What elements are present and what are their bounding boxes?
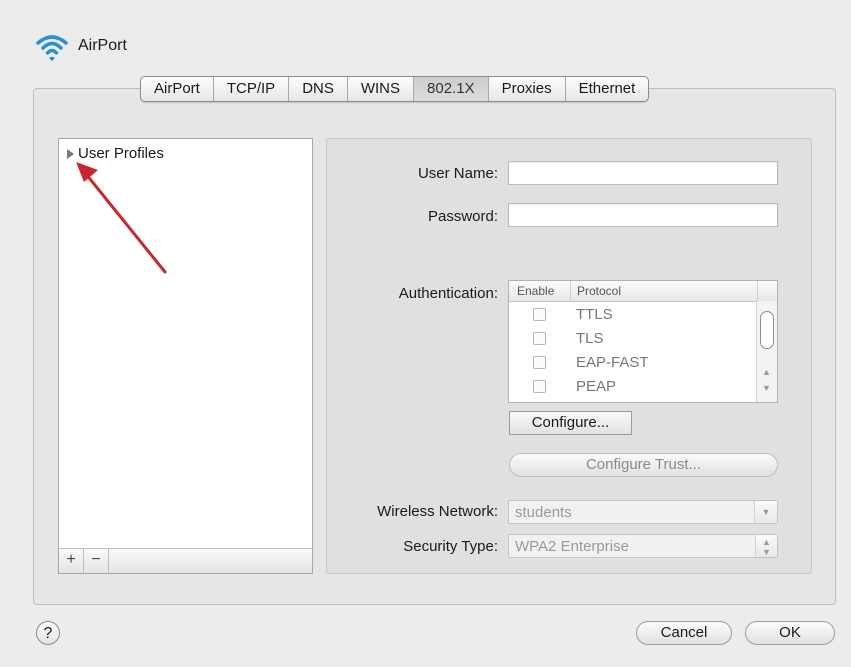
wireless-network-value: students [515,504,572,521]
auth-row-tls: TLS [509,327,757,351]
security-type-value: WPA2 Enterprise [515,538,629,555]
ttls-checkbox[interactable] [533,308,546,321]
wireless-network-select[interactable]: students ▼ [508,500,778,524]
scrollbar-thumb[interactable] [760,311,774,349]
remove-profile-button[interactable]: − [84,549,109,573]
security-type-label: Security Type: [403,538,498,555]
authentication-table[interactable]: Enable Protocol TTLS TLS EAP-FAST PEAP ▲… [508,280,778,403]
list-button-bar: + − [58,548,313,574]
username-field[interactable] [508,161,778,185]
header-protocol[interactable]: Protocol [570,281,621,301]
eap-fast-checkbox[interactable] [533,356,546,369]
configure-trust-button[interactable]: Configure Trust... [509,453,778,477]
protocol-name: PEAP [576,378,617,395]
security-type-select[interactable]: WPA2 Enterprise ▲ ▼ [508,534,778,558]
tab-wins[interactable]: WINS [348,77,415,101]
protocol-name: EAP-FAST [576,354,649,371]
authentication-label: Authentication: [398,285,498,302]
password-label: Password: [427,208,498,225]
tab-802-1x[interactable]: 802.1X [414,77,489,101]
auth-scrollbar[interactable]: ▲ ▼ [756,301,777,402]
header-enable[interactable]: Enable [517,281,554,301]
annotation-arrow-icon [76,162,167,274]
help-button[interactable]: ? [36,621,60,645]
auth-row-eap-fast: EAP-FAST [509,351,757,375]
auth-table-header: Enable Protocol [509,281,777,302]
add-profile-button[interactable]: + [59,549,84,573]
tab-airport[interactable]: AirPort [141,77,214,101]
window-title: AirPort [78,37,127,54]
tab-proxies[interactable]: Proxies [489,77,566,101]
scroll-down-icon[interactable]: ▼ [762,383,771,393]
tab-tcp-ip[interactable]: TCP/IP [214,77,290,101]
up-down-arrows-icon: ▲ ▼ [755,535,777,557]
airport-wifi-icon [36,35,68,61]
ok-button[interactable]: OK [745,621,835,645]
configure-button[interactable]: Configure... [509,411,632,435]
chevron-down-icon: ▼ [754,501,777,523]
protocol-name: TTLS [576,306,613,323]
tab-ethernet[interactable]: Ethernet [566,77,649,101]
protocol-name: TLS [576,330,604,347]
tab-dns[interactable]: DNS [289,77,348,101]
cancel-button[interactable]: Cancel [636,621,732,645]
auth-row-peap: PEAP [509,375,757,399]
wireless-network-label: Wireless Network: [377,503,498,520]
tls-checkbox[interactable] [533,332,546,345]
tab-bar: AirPort TCP/IP DNS WINS 802.1X Proxies E… [140,76,650,102]
scroll-up-icon[interactable]: ▲ [762,367,771,377]
auth-row-ttls: TTLS [509,303,757,327]
username-label: User Name: [417,165,498,182]
password-field[interactable] [508,203,778,227]
header-divider [757,281,759,301]
peap-checkbox[interactable] [533,380,546,393]
